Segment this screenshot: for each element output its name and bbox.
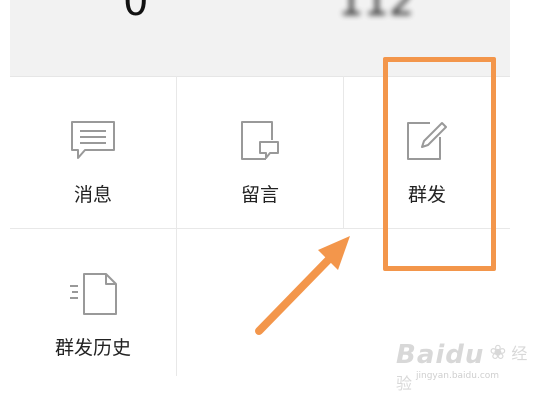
menu-item-leave-message[interactable]: 留言 — [177, 76, 343, 228]
stat-value-right: 112 — [338, 0, 415, 25]
paw-icon: ❀ — [489, 340, 507, 364]
leave-message-icon — [235, 116, 285, 166]
watermark-url: jingyan.baidu.com — [416, 371, 500, 381]
menu-item-label: 留言 — [240, 184, 279, 206]
baidu-watermark: Baidu ❀ 经验 jingyan.baidu.com — [396, 340, 540, 397]
watermark-brand: Baidu — [396, 340, 485, 370]
menu-item-messages[interactable]: 消息 — [10, 76, 176, 228]
menu-item-broadcast-history[interactable]: 群发历史 — [10, 229, 176, 381]
menu-item-label: 消息 — [73, 184, 112, 206]
message-icon — [68, 116, 118, 166]
annotation-arrow-icon — [250, 230, 360, 344]
stat-value-left: 0 — [123, 0, 149, 25]
document-history-icon — [68, 269, 118, 319]
highlight-box — [383, 57, 496, 271]
menu-item-label: 群发历史 — [54, 337, 131, 359]
